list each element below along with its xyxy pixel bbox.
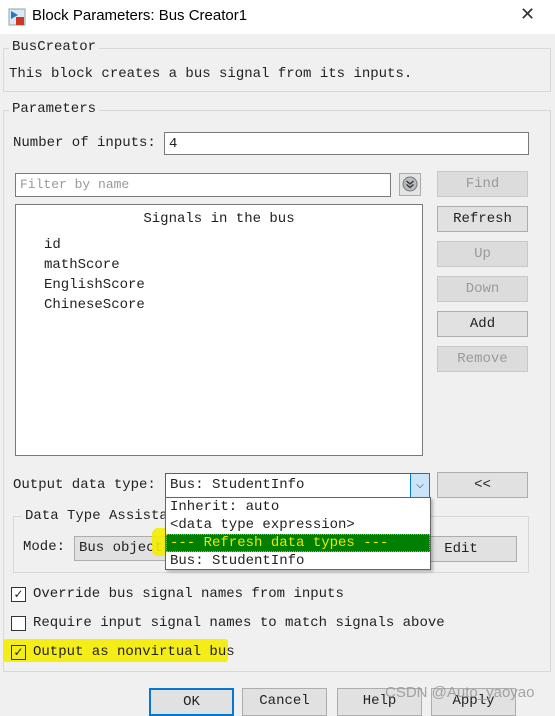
simulink-block-icon (8, 8, 26, 26)
parameters-legend: Parameters (9, 101, 100, 117)
signals-items: id mathScore EnglishScore ChineseScore (44, 235, 145, 315)
signals-list[interactable]: Signals in the bus id mathScore EnglishS… (15, 204, 423, 456)
list-item[interactable]: id (44, 235, 145, 255)
override-names-checkbox[interactable]: ✓ (11, 587, 26, 602)
chevron-down-icon[interactable]: ⌵ (410, 474, 429, 497)
dropdown-option[interactable]: <data type expression> (166, 516, 430, 534)
output-type-label: Output data type: (13, 477, 156, 493)
filter-input[interactable]: Filter by name (15, 173, 391, 197)
list-item[interactable]: EnglishScore (44, 275, 145, 295)
watermark: CSDN @Auto_yaoyao (385, 684, 535, 701)
output-type-dropdown[interactable]: Inherit: auto <data type expression> ---… (165, 497, 431, 570)
block-description: This block creates a bus signal from its… (9, 66, 413, 82)
remove-button[interactable]: Remove (437, 346, 528, 372)
cancel-button[interactable]: Cancel (242, 688, 327, 716)
close-icon[interactable]: ✕ (520, 4, 535, 25)
output-type-value: Bus: StudentInfo (170, 477, 305, 493)
refresh-button[interactable]: Refresh (437, 206, 528, 232)
num-inputs-label: Number of inputs: (13, 135, 156, 151)
dropdown-option-selected[interactable]: --- Refresh data types --- (166, 534, 430, 552)
output-type-select[interactable]: Bus: StudentInfo ⌵ (165, 473, 430, 498)
signals-list-header: Signals in the bus (143, 211, 295, 227)
down-button[interactable]: Down (437, 276, 528, 302)
find-button[interactable]: Find (437, 171, 528, 197)
window-title: Block Parameters: Bus Creator1 (32, 7, 248, 24)
nonvirtual-bus-checkbox[interactable]: ✓ (11, 645, 26, 660)
mode-label: Mode: (23, 539, 66, 555)
list-item[interactable]: mathScore (44, 255, 145, 275)
require-names-checkbox[interactable] (11, 616, 26, 631)
data-type-assistant-legend: Data Type Assista (22, 508, 171, 524)
nonvirtual-bus-label: Output as nonvirtual bus (33, 644, 235, 660)
num-inputs-field[interactable]: 4 (164, 132, 529, 155)
list-item[interactable]: ChineseScore (44, 295, 145, 315)
collapse-button[interactable]: << (437, 472, 528, 498)
dropdown-option[interactable]: Bus: StudentInfo (166, 552, 430, 570)
require-names-label: Require input signal names to match sign… (33, 615, 445, 631)
filter-options-button[interactable] (399, 173, 421, 196)
override-names-label: Override bus signal names from inputs (33, 586, 344, 602)
buscreator-legend: BusCreator (9, 39, 100, 55)
dropdown-option[interactable]: Inherit: auto (166, 498, 430, 516)
chevron-double-down-icon (402, 176, 418, 192)
add-button[interactable]: Add (437, 311, 528, 337)
ok-button[interactable]: OK (149, 688, 234, 716)
up-button[interactable]: Up (437, 241, 528, 267)
